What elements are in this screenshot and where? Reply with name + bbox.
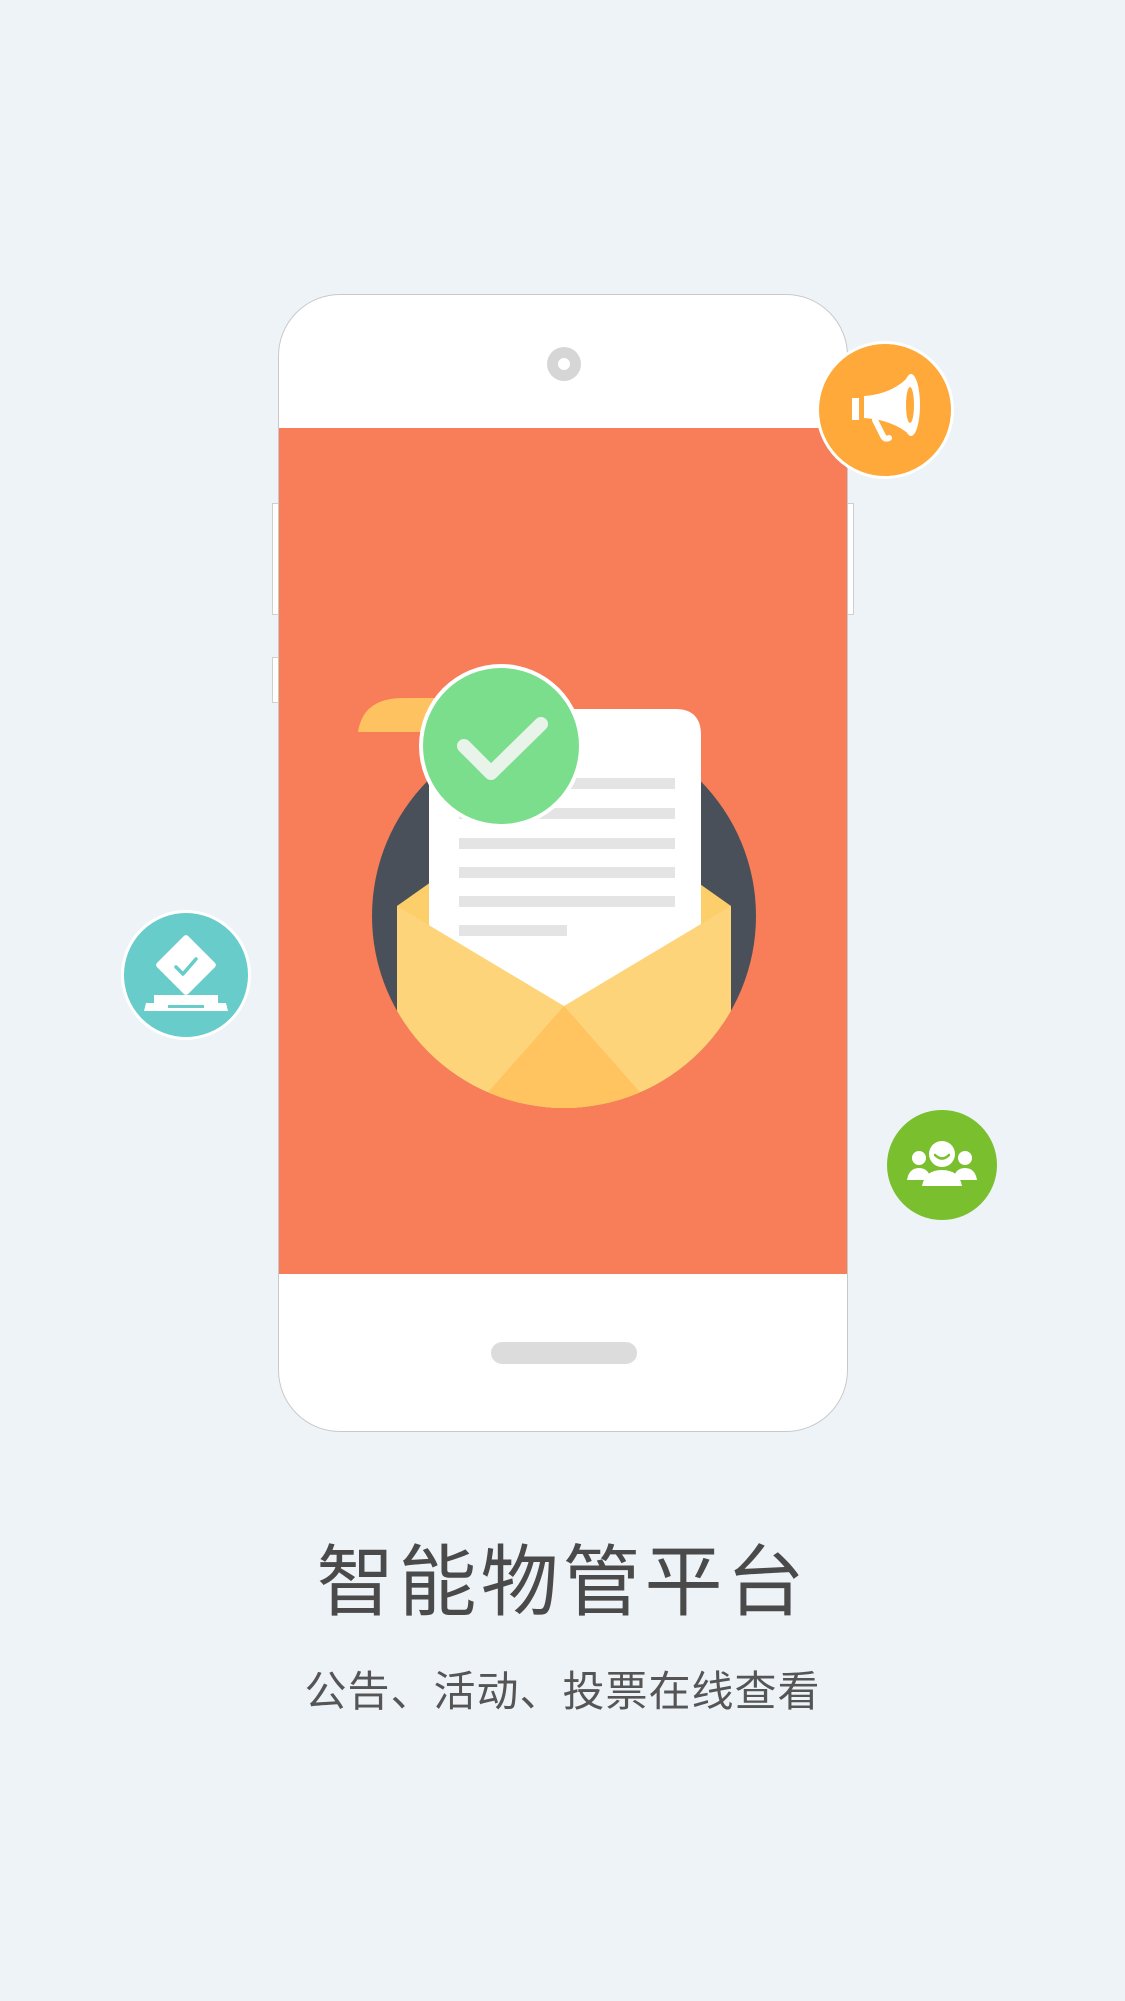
announcement-bubble: [816, 341, 954, 479]
megaphone-icon: [852, 374, 920, 442]
phone-screen: [279, 428, 847, 1274]
ballot-box-icon: [144, 935, 228, 1011]
community-bubble: [887, 1110, 997, 1220]
letter-line: [459, 896, 675, 907]
phone-illustration: [278, 294, 848, 1432]
page-title: 智能物管平台: [316, 1538, 809, 1628]
letter-line: [459, 925, 567, 936]
letter-line: [459, 867, 675, 878]
mail-illustration: [358, 664, 756, 1108]
page-subtitle: 公告、活动、投票在线查看: [304, 1667, 821, 1716]
vote-bubble: [121, 910, 251, 1040]
user-group-icon: [907, 1141, 977, 1186]
letter-line: [459, 838, 675, 849]
phone-home-button: [491, 1342, 637, 1364]
phone-camera: [547, 347, 581, 381]
